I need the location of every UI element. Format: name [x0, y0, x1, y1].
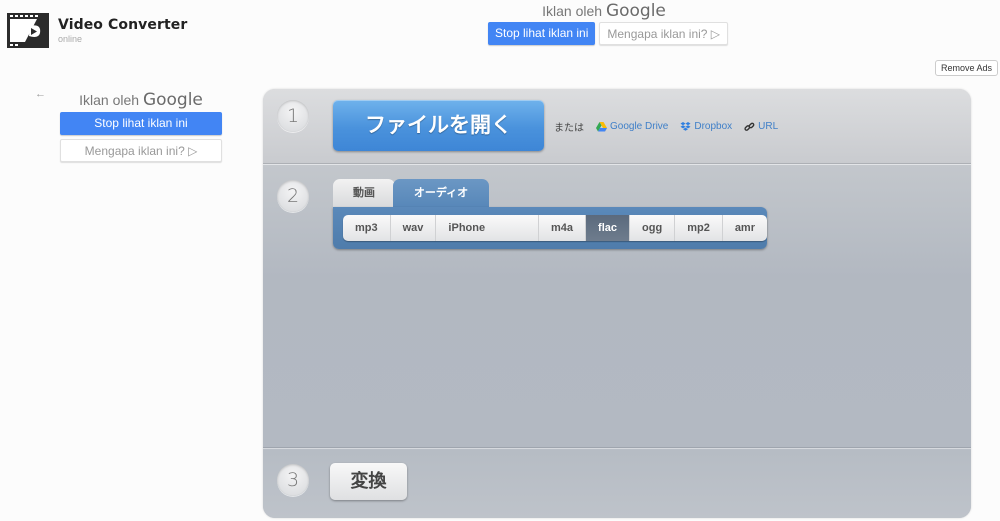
- ad-label-prefix: Iklan oleh: [542, 3, 603, 19]
- remove-ads-button[interactable]: Remove Ads: [935, 60, 999, 76]
- format-mp3[interactable]: mp3: [343, 215, 391, 241]
- step-number: 2: [277, 180, 309, 212]
- open-file-button[interactable]: ファイルを開く: [333, 100, 544, 151]
- why-ad-button[interactable]: Mengapa iklan ini? ▷: [60, 139, 222, 162]
- app-subtitle: online: [58, 34, 83, 44]
- film-play-icon: [7, 13, 49, 48]
- ad-label: Iklan oleh Google: [488, 1, 720, 21]
- google-drive-link[interactable]: Google Drive: [596, 121, 668, 132]
- url-label: URL: [758, 121, 779, 132]
- stop-ads-button[interactable]: Stop lihat iklan ini: [488, 22, 596, 45]
- format-iphone-ringtone[interactable]: iPhone ringtone: [436, 215, 540, 241]
- format-mp2[interactable]: mp2: [675, 215, 723, 241]
- link-icon: [744, 122, 755, 131]
- ad-label-prefix: Iklan oleh: [79, 92, 140, 108]
- converter-panel: 1 ファイルを開く または Google Drive Dropbox URL 2…: [263, 89, 971, 518]
- format-wav[interactable]: wav: [391, 215, 437, 241]
- ad-banner-top: Iklan oleh Google Stop lihat iklan ini M…: [488, 1, 729, 45]
- tab-video[interactable]: 動画: [333, 179, 395, 207]
- format-ogg[interactable]: ogg: [630, 215, 676, 241]
- format-list: mp3 wav iPhone ringtone m4a flac ogg mp2…: [343, 215, 767, 241]
- step-number: 3: [277, 464, 309, 496]
- back-arrow-icon[interactable]: ←: [35, 88, 46, 100]
- format-amr[interactable]: amr: [723, 215, 767, 241]
- app-logo[interactable]: Video Converter online: [7, 13, 187, 48]
- dropbox-link[interactable]: Dropbox: [680, 121, 732, 132]
- tab-audio[interactable]: オーディオ: [393, 179, 489, 209]
- why-ad-button[interactable]: Mengapa iklan ini? ▷: [599, 22, 729, 45]
- step-convert: 3 変換: [263, 450, 971, 518]
- dropbox-label: Dropbox: [694, 121, 733, 132]
- dropbox-icon: [680, 121, 691, 131]
- step-open-file: 1 ファイルを開く または Google Drive Dropbox URL: [263, 89, 971, 165]
- ad-label: Iklan oleh Google: [60, 90, 222, 110]
- or-label: または: [554, 123, 584, 134]
- ad-label-brand: Google: [142, 90, 203, 110]
- stop-ads-button[interactable]: Stop lihat iklan ini: [60, 112, 222, 135]
- google-drive-icon: [596, 121, 607, 131]
- ad-banner-side: Iklan oleh Google Stop lihat iklan ini M…: [60, 90, 222, 162]
- url-link[interactable]: URL: [744, 121, 778, 132]
- alt-sources: または Google Drive Dropbox URL: [554, 119, 790, 134]
- step-number: 1: [277, 100, 309, 132]
- ad-label-brand: Google: [605, 1, 666, 21]
- convert-button[interactable]: 変換: [330, 463, 407, 500]
- step-choose-format: 2 動画 オーディオ mp3 wav iPhone ringtone m4a f…: [263, 165, 971, 449]
- format-m4a[interactable]: m4a: [539, 215, 587, 241]
- format-flac[interactable]: flac: [586, 215, 631, 241]
- format-selector: mp3 wav iPhone ringtone m4a flac ogg mp2…: [333, 207, 767, 249]
- google-drive-label: Google Drive: [610, 121, 669, 132]
- app-title: Video Converter: [58, 17, 188, 33]
